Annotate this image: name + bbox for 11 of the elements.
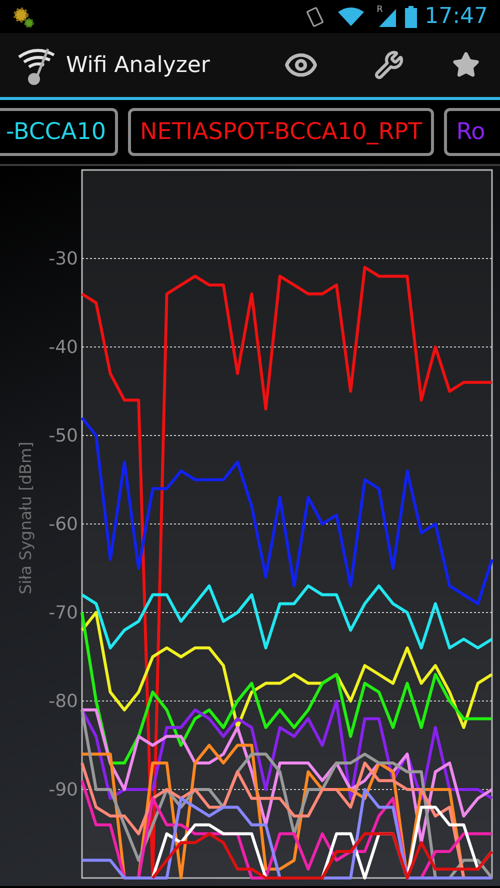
axis-tick-label: -40: [48, 337, 78, 358]
app-title: Wifi Analyzer: [66, 52, 211, 80]
axis-tick-label: -70: [48, 602, 78, 624]
roaming-label: R: [376, 4, 383, 16]
axis-tick-label: -90: [48, 780, 78, 800]
axis-tick-label: -30: [48, 248, 78, 270]
axis-title: Siła Sygnału [dBm]: [16, 442, 35, 594]
axis-tick-label: -50: [48, 426, 78, 446]
axis-tick-label: -60: [48, 514, 78, 535]
clock-time: 17:47: [424, 3, 488, 31]
axis-tick-label: -80: [48, 691, 78, 712]
